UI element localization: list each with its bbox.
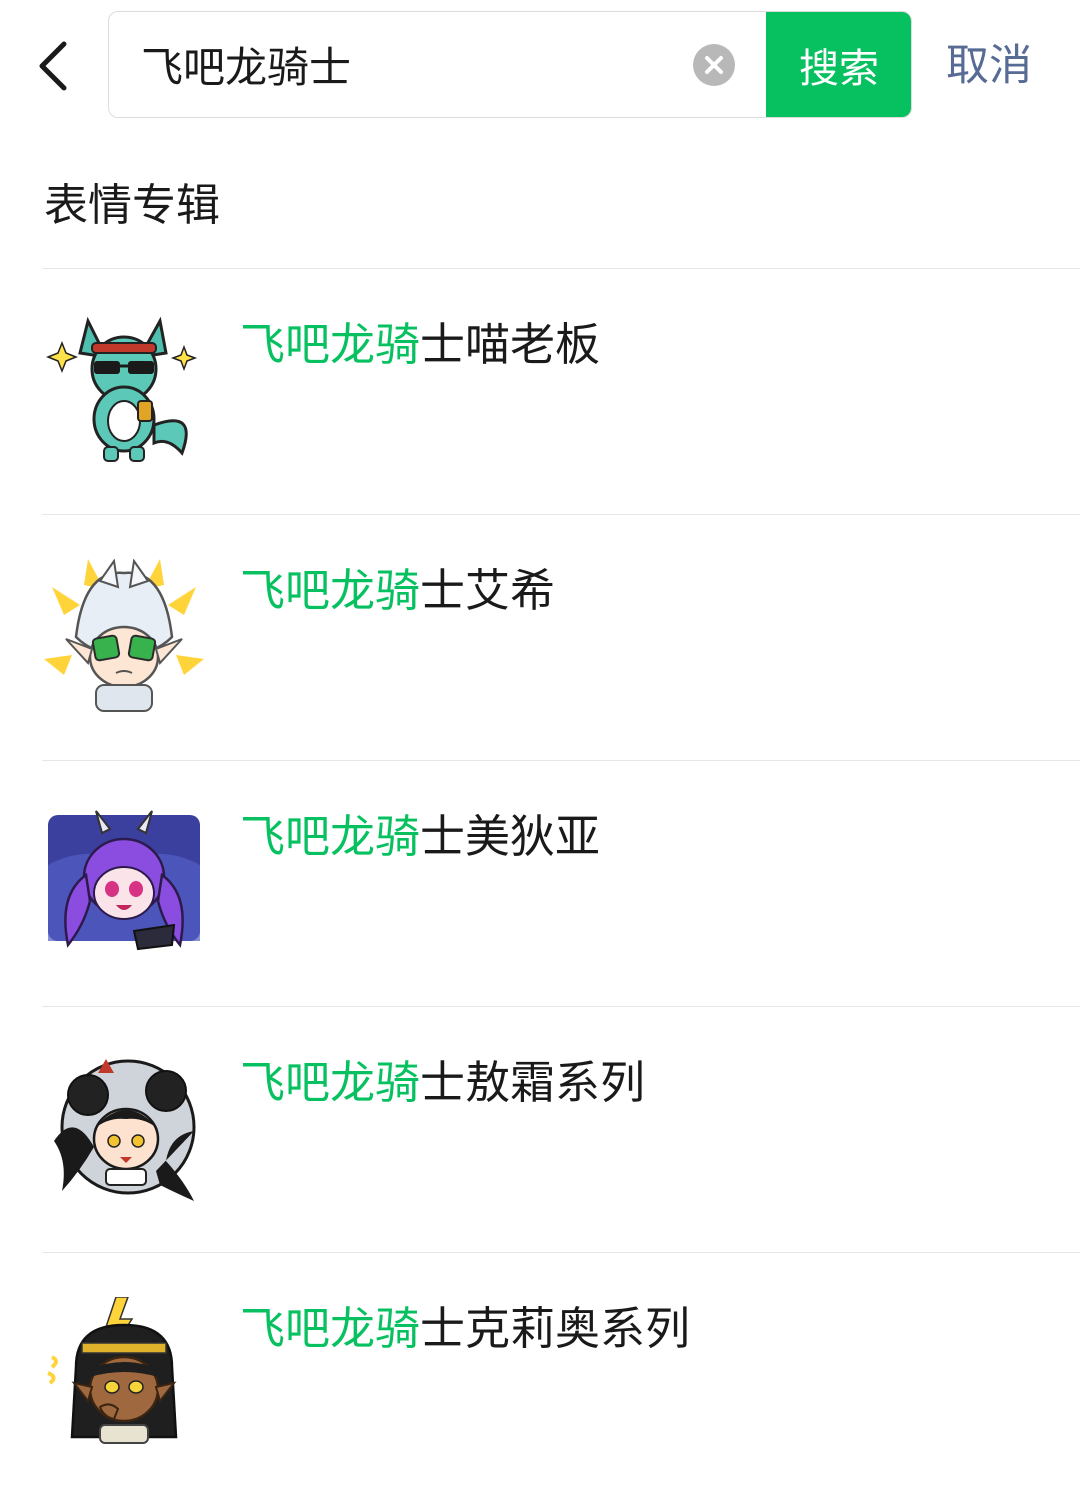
back-button[interactable] — [28, 34, 84, 98]
list-item[interactable]: 飞吧龙骑士喵老板 — [0, 269, 1080, 514]
highlight-text: 飞吧龙骑 — [240, 1302, 421, 1355]
close-icon — [705, 56, 723, 74]
section-title: 表情专辑 — [44, 180, 220, 231]
clear-button[interactable] — [693, 44, 735, 86]
search-box: 搜索 — [108, 11, 912, 118]
highlight-text: 飞吧龙骑 — [240, 1056, 421, 1109]
album-title: 飞吧龙骑士喵老板 — [240, 315, 600, 375]
album-title: 飞吧龙骑士敖霜系列 — [240, 1053, 645, 1113]
album-title: 飞吧龙骑士艾希 — [240, 561, 555, 621]
list-item[interactable]: 飞吧龙骑士敖霜系列 — [0, 1007, 1080, 1252]
result-list: 飞吧龙骑士喵老板 飞吧龙骑士艾希 飞吧龙骑士美狄亚 飞吧龙骑士敖霜系列 飞吧龙骑… — [0, 268, 1080, 1498]
list-item[interactable]: 飞吧龙骑士艾希 — [0, 515, 1080, 760]
highlight-text: 飞吧龙骑 — [240, 810, 421, 863]
search-bar: 搜索 取消 — [0, 0, 1080, 130]
highlight-text: 飞吧龙骑 — [240, 318, 421, 371]
list-item[interactable]: 飞吧龙骑士美狄亚 — [0, 761, 1080, 1006]
list-item[interactable]: 飞吧龙骑士克莉奥系列 — [0, 1253, 1080, 1498]
title-rest: 士克莉奥系列 — [420, 1302, 691, 1355]
search-button[interactable]: 搜索 — [766, 12, 911, 117]
album-title: 飞吧龙骑士美狄亚 — [240, 807, 600, 867]
title-rest: 士喵老板 — [420, 318, 601, 371]
egyptian-girl-sticker-icon — [47, 1297, 178, 1444]
teal-cat-sticker-icon — [45, 316, 198, 462]
title-rest: 士艾希 — [420, 564, 556, 617]
title-rest: 士美狄亚 — [420, 810, 601, 863]
highlight-text: 飞吧龙骑 — [240, 564, 421, 617]
album-title: 飞吧龙骑士克莉奥系列 — [240, 1299, 690, 1359]
elf-sticker-icon — [44, 559, 204, 712]
purple-haired-girl-sticker-icon — [48, 810, 200, 951]
search-input[interactable] — [141, 12, 681, 117]
dragon-girl-sticker-icon — [54, 1059, 196, 1201]
chevron-left-icon — [39, 41, 67, 91]
title-rest: 士敖霜系列 — [420, 1056, 646, 1109]
cancel-button[interactable]: 取消 — [946, 36, 1032, 96]
